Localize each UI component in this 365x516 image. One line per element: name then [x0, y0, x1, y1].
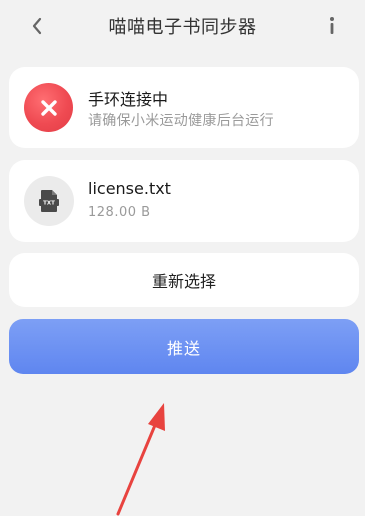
close-icon: [24, 83, 73, 132]
reselect-label: 重新选择: [151, 272, 216, 291]
push-label: 推送: [166, 338, 201, 358]
status-subtitle: 请确保小米运动健康后台运行: [88, 113, 274, 129]
reselect-button[interactable]: 重新选择: [9, 253, 359, 307]
info-button[interactable]: [321, 12, 343, 40]
file-size: 128.00 B: [88, 205, 151, 220]
app-header: 喵喵电子书同步器: [0, 0, 365, 52]
file-type-label: TXT: [43, 201, 55, 207]
info-icon: [330, 17, 334, 34]
page-title: 喵喵电子书同步器: [108, 17, 257, 38]
selected-file-card: TXT license.txt 128.00 B: [9, 160, 359, 242]
push-button[interactable]: 推送: [9, 319, 359, 374]
connection-status-card: 手环连接中 请确保小米运动健康后台运行: [9, 67, 359, 148]
status-title: 手环连接中: [88, 90, 169, 109]
file-name: license.txt: [88, 179, 171, 198]
txt-file-icon: TXT: [24, 176, 74, 226]
